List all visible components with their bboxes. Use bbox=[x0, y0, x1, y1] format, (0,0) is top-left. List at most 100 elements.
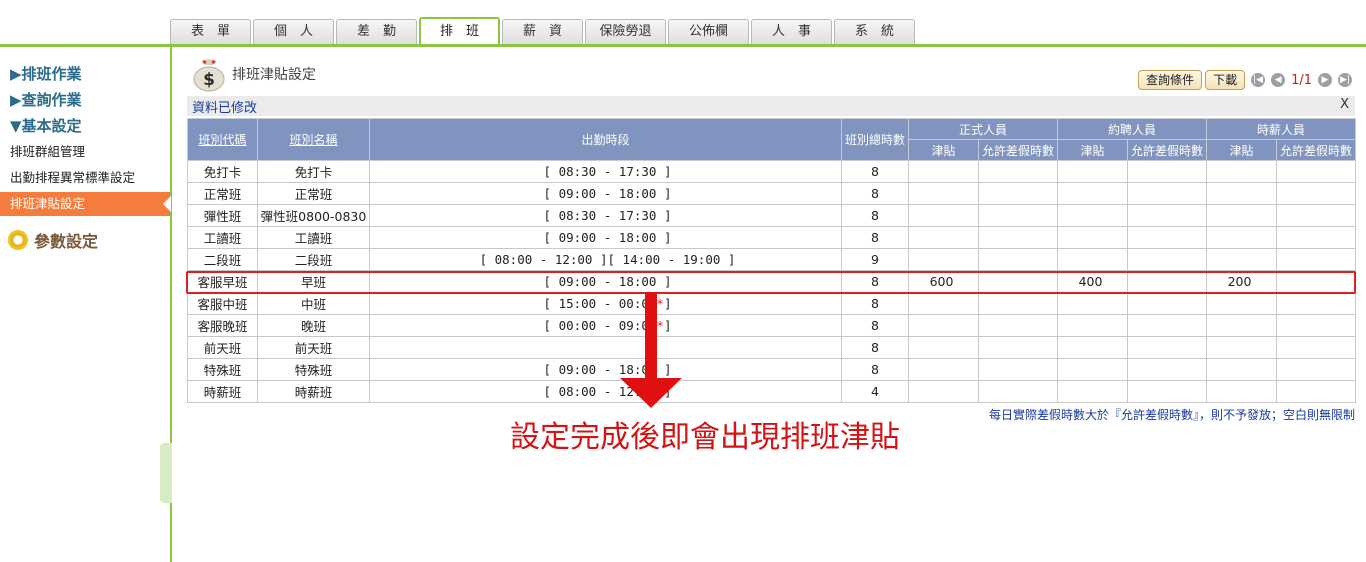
period-end: ] bbox=[663, 296, 672, 311]
cell-hourly-allowance bbox=[1206, 358, 1277, 381]
cell-total-hours: 4 bbox=[841, 380, 909, 403]
cell-hourly-leave bbox=[1276, 380, 1356, 403]
cell-period: [ 00:00 - 09:00*] bbox=[369, 314, 842, 337]
cell-hourly-allowance bbox=[1206, 380, 1277, 403]
gear-icon bbox=[8, 230, 28, 250]
cell-formal-leave bbox=[978, 292, 1058, 315]
cell-period bbox=[369, 336, 842, 359]
table-row[interactable]: 工讀班 工讀班[ 09:00 - 18:00 ] 8 bbox=[187, 226, 1356, 249]
header-shift-name[interactable]: 班別名稱 bbox=[257, 118, 370, 161]
cell-hourly-allowance bbox=[1206, 160, 1277, 183]
table-row[interactable]: 免打卡 免打卡[ 08:30 - 17:30 ] 8 bbox=[187, 160, 1356, 183]
cell-hourly-leave bbox=[1276, 314, 1356, 337]
cell-shift-name: 晚班 bbox=[257, 314, 370, 337]
cell-formal-allowance bbox=[908, 182, 979, 205]
cell-total-hours: 8 bbox=[841, 160, 909, 183]
tab-personal[interactable]: 個 人 bbox=[253, 19, 334, 44]
table-row[interactable]: 客服中班 中班[ 15:00 - 00:00*] 8 bbox=[187, 292, 1356, 315]
cell-hourly-allowance bbox=[1206, 292, 1277, 315]
cell-shift-code: 時薪班 bbox=[187, 380, 258, 403]
cell-shift-name: 特殊班 bbox=[257, 358, 370, 381]
sidebar-item-group-management[interactable]: 排班群組管理 bbox=[0, 140, 170, 164]
header-allowance: 津貼 bbox=[1206, 139, 1277, 161]
header-shift-code[interactable]: 班別代碼 bbox=[187, 118, 258, 161]
first-page-icon[interactable]: |◀ bbox=[1251, 73, 1266, 87]
tab-salary[interactable]: 薪 資 bbox=[502, 19, 583, 44]
table-row[interactable]: 前天班 前天班 8 bbox=[187, 336, 1356, 359]
header-allowed-leave: 允許差假時數 bbox=[978, 139, 1058, 161]
cell-formal-leave bbox=[978, 314, 1058, 337]
toolbar: 查詢條件 下載 |◀ ◀ 1/1 ▶ ▶| bbox=[1138, 70, 1355, 90]
query-conditions-button[interactable]: 查詢條件 bbox=[1138, 70, 1203, 90]
cell-contract-leave bbox=[1127, 182, 1207, 205]
cell-total-hours: 8 bbox=[841, 358, 909, 381]
tab-hr[interactable]: 人 事 bbox=[751, 19, 832, 44]
sidebar-item-allowance-settings[interactable]: 排班津貼設定 bbox=[0, 192, 171, 216]
cell-contract-allowance bbox=[1057, 182, 1128, 205]
page-indicator: 1/1 bbox=[1291, 72, 1312, 88]
cell-period: [ 09:00 - 18:00 ] bbox=[369, 358, 842, 381]
cell-formal-leave bbox=[978, 226, 1058, 249]
sidebar-item-exception-standard[interactable]: 出勤排程異常標準設定 bbox=[0, 166, 170, 190]
highlight-box bbox=[186, 271, 1356, 294]
cell-formal-leave bbox=[978, 336, 1058, 359]
cell-formal-leave bbox=[978, 160, 1058, 183]
period-end: ] bbox=[663, 318, 672, 333]
cell-contract-leave bbox=[1127, 160, 1207, 183]
cell-total-hours: 9 bbox=[841, 248, 909, 271]
cell-hourly-allowance bbox=[1206, 248, 1277, 271]
cell-hourly-leave bbox=[1276, 160, 1356, 183]
last-page-icon[interactable]: ▶| bbox=[1338, 73, 1352, 87]
table-row[interactable]: 時薪班 時薪班[ 08:00 - 12:00 ] 4 bbox=[187, 380, 1356, 403]
tab-bulletin[interactable]: 公佈欄 bbox=[668, 19, 749, 44]
table-row[interactable]: 正常班 正常班[ 09:00 - 18:00 ] 8 bbox=[187, 182, 1356, 205]
cell-formal-leave bbox=[978, 204, 1058, 227]
cell-contract-allowance bbox=[1057, 160, 1128, 183]
annotation-text: 設定完成後即會出現排班津貼 bbox=[510, 420, 900, 455]
menu-basic-settings[interactable]: ▼基本設定 bbox=[10, 115, 82, 136]
down-arrow-icon bbox=[645, 292, 657, 380]
cell-shift-code: 前天班 bbox=[187, 336, 258, 359]
cell-shift-code: 彈性班 bbox=[187, 204, 258, 227]
cell-period: [ 08:00 - 12:00 ] bbox=[369, 380, 842, 403]
status-message: 資料已修改 bbox=[192, 101, 258, 116]
header-hourly-staff: 時薪人員 bbox=[1206, 118, 1356, 140]
tab-insurance[interactable]: 保險勞退 bbox=[585, 19, 666, 44]
header-allowed-leave: 允許差假時數 bbox=[1127, 139, 1207, 161]
download-button[interactable]: 下載 bbox=[1205, 70, 1246, 90]
main-tabs: 表 單 個 人 差 勤 排 班 薪 資 保險勞退 公佈欄 人 事 系 統 bbox=[170, 17, 917, 45]
cell-total-hours: 8 bbox=[841, 182, 909, 205]
cell-period: [ 08:30 - 17:30 ] bbox=[369, 204, 842, 227]
menu-parameter-settings[interactable]: 參數設定 bbox=[8, 228, 98, 252]
cell-hourly-allowance bbox=[1206, 226, 1277, 249]
cell-formal-leave bbox=[978, 182, 1058, 205]
tab-system[interactable]: 系 統 bbox=[834, 19, 915, 44]
next-page-icon[interactable]: ▶ bbox=[1318, 73, 1332, 87]
close-icon[interactable]: X bbox=[1340, 97, 1349, 112]
cell-shift-name: 正常班 bbox=[257, 182, 370, 205]
prev-page-icon[interactable]: ◀ bbox=[1271, 73, 1286, 87]
cell-shift-code: 客服晚班 bbox=[187, 314, 258, 337]
cell-total-hours: 8 bbox=[841, 204, 909, 227]
cell-contract-allowance bbox=[1057, 336, 1128, 359]
tab-forms[interactable]: 表 單 bbox=[170, 19, 251, 44]
cell-shift-name: 前天班 bbox=[257, 336, 370, 359]
table-row[interactable]: 客服晚班 晚班[ 00:00 - 09:00*] 8 bbox=[187, 314, 1356, 337]
sidebar-collapse-handle[interactable] bbox=[160, 443, 172, 503]
cell-formal-allowance bbox=[908, 160, 979, 183]
tab-scheduling[interactable]: 排 班 bbox=[419, 17, 500, 45]
table-row[interactable]: 彈性班 彈性班0800-0830[ 08:30 - 17:30 ] 8 bbox=[187, 204, 1356, 227]
cell-contract-leave bbox=[1127, 358, 1207, 381]
menu-query-ops[interactable]: ▶查詢作業 bbox=[10, 89, 82, 110]
cell-contract-leave bbox=[1127, 292, 1207, 315]
cell-period: [ 15:00 - 00:00*] bbox=[369, 292, 842, 315]
cell-contract-allowance bbox=[1057, 358, 1128, 381]
cell-formal-allowance bbox=[908, 292, 979, 315]
menu-scheduling-ops[interactable]: ▶排班作業 bbox=[10, 63, 82, 84]
header-formal-staff: 正式人員 bbox=[908, 118, 1058, 140]
cell-shift-code: 二段班 bbox=[187, 248, 258, 271]
table-row[interactable]: 特殊班 特殊班[ 09:00 - 18:00 ] 8 bbox=[187, 358, 1356, 381]
cell-total-hours: 8 bbox=[841, 226, 909, 249]
tab-attendance[interactable]: 差 勤 bbox=[336, 19, 417, 44]
table-row[interactable]: 二段班 二段班[ 08:00 - 12:00 ][ 14:00 - 19:00 ]… bbox=[187, 248, 1356, 271]
